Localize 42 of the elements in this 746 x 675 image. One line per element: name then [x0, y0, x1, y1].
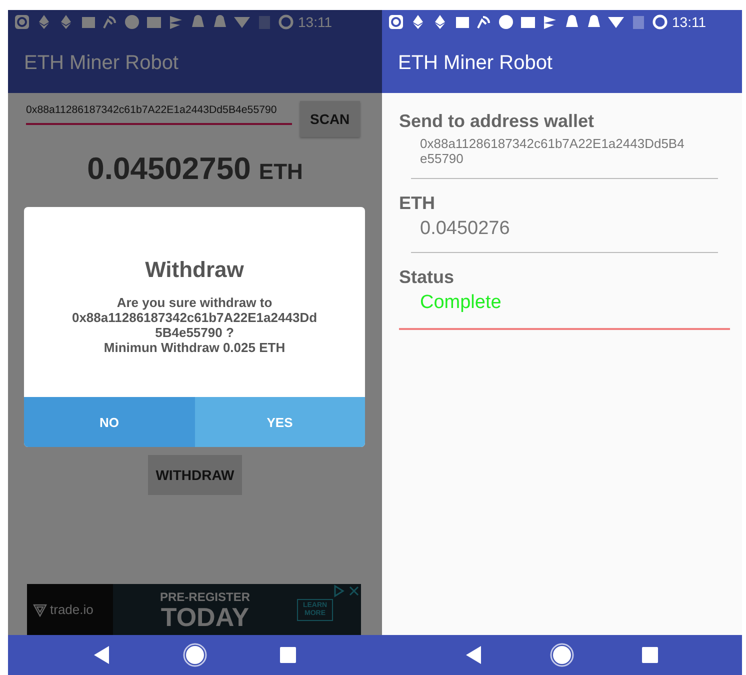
bell-icon: [190, 14, 206, 30]
dialog-title: Withdraw: [144, 257, 245, 283]
diamond-icon: [36, 14, 52, 30]
back-icon[interactable]: [466, 646, 482, 664]
app-title: ETH Miner Robot: [398, 52, 552, 74]
app-notification-icon: [388, 14, 404, 30]
ad-headline: PRE-REGISTER: [160, 590, 250, 604]
field-label: ETH: [399, 193, 436, 214]
home-icon[interactable]: [550, 643, 574, 667]
ad-big-text: TODAY: [160, 604, 250, 630]
diamond-icon: [58, 14, 74, 30]
dialog-message: Are you sure withdraw to 0x88a11286187342c61b7A22E1a2443Dd 5B4e55790 ? Minimun Withdraw 0.025 ETH: [70, 295, 318, 355]
balance-amount: 0.04502750: [87, 151, 251, 187]
status-time: 13:11: [672, 14, 706, 30]
field-label: Send to address wallet: [399, 111, 596, 132]
diamond-icon: [410, 14, 426, 30]
address-input-field[interactable]: 0x88a11286187342c61b7A22E1a2443Dd5B4e55790: [26, 101, 292, 125]
battery-ring-icon: [652, 14, 668, 30]
bell-icon: [212, 14, 228, 30]
balance-unit: ETH: [258, 159, 303, 185]
no-button[interactable]: NO: [24, 397, 194, 447]
yes-button[interactable]: YES: [194, 397, 365, 447]
status-time: 13:11: [298, 14, 332, 30]
field-value: Complete: [419, 292, 502, 314]
home-icon[interactable]: [182, 643, 207, 667]
field-label: Status: [399, 267, 456, 288]
bell-icon: [586, 14, 602, 30]
recents-icon[interactable]: [280, 647, 296, 663]
app-notification-icon: [14, 14, 30, 30]
back-icon[interactable]: [94, 646, 110, 664]
scan-button[interactable]: SCAN: [300, 101, 360, 137]
flag-icon: [542, 14, 558, 30]
diamond-icon: [432, 14, 448, 30]
field-value: 0x88a11286187342c61b7A22E1a2443Dd5B4 e55790: [419, 136, 686, 166]
battery-ring-icon: [278, 14, 294, 30]
logo-icon: [33, 602, 47, 616]
ad-brand: trade.io: [50, 602, 94, 617]
app-title: ETH Miner Robot: [24, 52, 178, 74]
flag-icon: [168, 14, 184, 30]
field-value: 0.0450276: [419, 218, 511, 240]
withdraw-button[interactable]: WITHDRAW: [148, 455, 242, 495]
bell-icon: [564, 14, 580, 30]
